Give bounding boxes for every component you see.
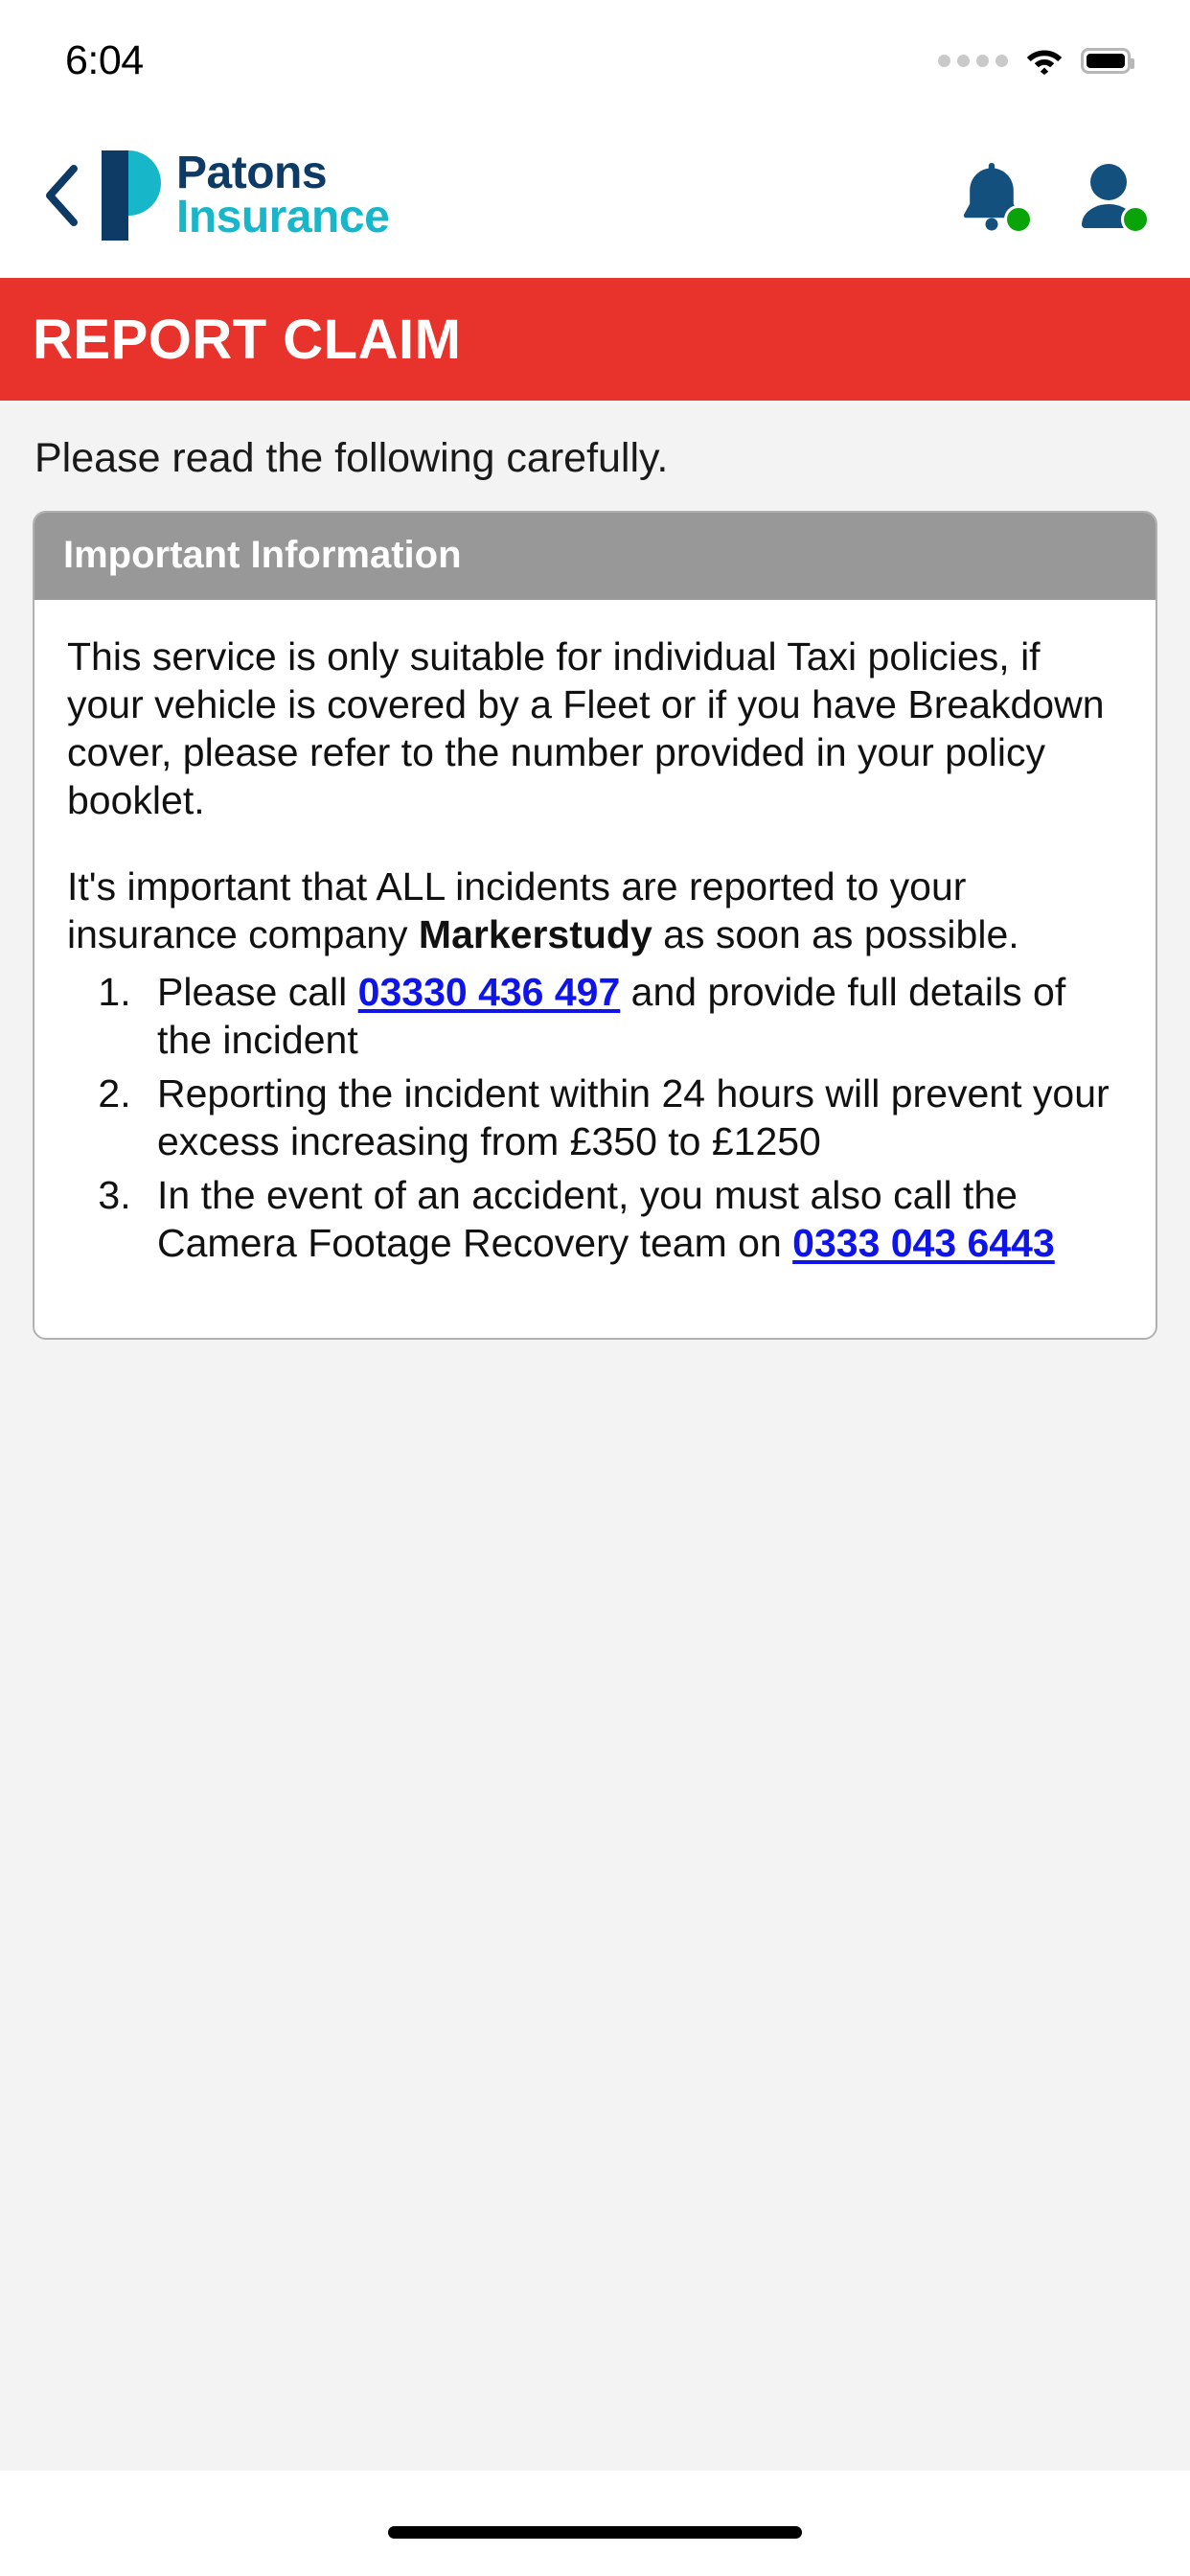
important-information-card: Important Information This service is on…: [33, 511, 1157, 1341]
wifi-icon: [1025, 46, 1064, 75]
paragraph-2-text-after: as soon as possible.: [652, 912, 1019, 957]
brand-name-line1: Patons: [176, 147, 328, 198]
account-button[interactable]: [1073, 159, 1150, 234]
card-header-title: Important Information: [63, 534, 462, 576]
brand-logo-text: Patons Insurance: [176, 147, 390, 242]
step-1-text-before: Please call: [157, 970, 358, 1015]
signal-dots-icon: [938, 54, 1008, 67]
paragraph-report-incidents: It's important that ALL incidents are re…: [67, 862, 1123, 958]
bottom-bar: [0, 2471, 1190, 2576]
notifications-button[interactable]: [956, 159, 1033, 234]
home-indicator[interactable]: [388, 2525, 802, 2539]
brand-name-line2: Insurance: [176, 192, 390, 242]
patons-p-logo-icon: [102, 150, 161, 241]
page-title-banner: REPORT CLAIM: [0, 278, 1190, 401]
page-title: REPORT CLAIM: [33, 308, 462, 371]
back-button[interactable]: [27, 160, 98, 231]
page-subtitle: Please read the following carefully.: [34, 435, 669, 481]
status-bar-indicators: [938, 38, 1134, 75]
claims-phone-link[interactable]: 03330 436 497: [358, 970, 621, 1014]
app-header: Patons Insurance: [0, 113, 1190, 278]
card-header: Important Information: [34, 513, 1156, 600]
app-screen: 6:04 Patons Insurance REPORT CLAIM Pleas…: [0, 0, 1190, 2576]
paragraph-service-scope: This service is only suitable for indivi…: [67, 634, 1105, 823]
insurer-name: Markerstudy: [418, 912, 652, 957]
page-content: Please read the following carefully. Imp…: [0, 401, 1190, 2471]
status-bar-time: 6:04: [65, 36, 144, 83]
chevron-left-icon: [46, 165, 78, 226]
step-2-text: Reporting the incident within 24 hours w…: [157, 1071, 1110, 1164]
instruction-steps-list: Please call 03330 436 497 and provide fu…: [67, 968, 1123, 1267]
list-item: In the event of an accident, you must al…: [142, 1171, 1123, 1267]
status-bar: 6:04: [0, 0, 1190, 113]
account-status-dot: [1121, 205, 1150, 234]
battery-full-icon: [1081, 47, 1134, 74]
notifications-status-dot: [1004, 205, 1033, 234]
card-body: This service is only suitable for indivi…: [34, 600, 1156, 1339]
app-header-actions: [956, 159, 1150, 234]
brand-logo[interactable]: Patons Insurance: [102, 147, 390, 242]
camera-footage-phone-link[interactable]: 0333 043 6443: [792, 1221, 1055, 1265]
list-item: Reporting the incident within 24 hours w…: [142, 1070, 1123, 1165]
list-item: Please call 03330 436 497 and provide fu…: [142, 968, 1123, 1064]
